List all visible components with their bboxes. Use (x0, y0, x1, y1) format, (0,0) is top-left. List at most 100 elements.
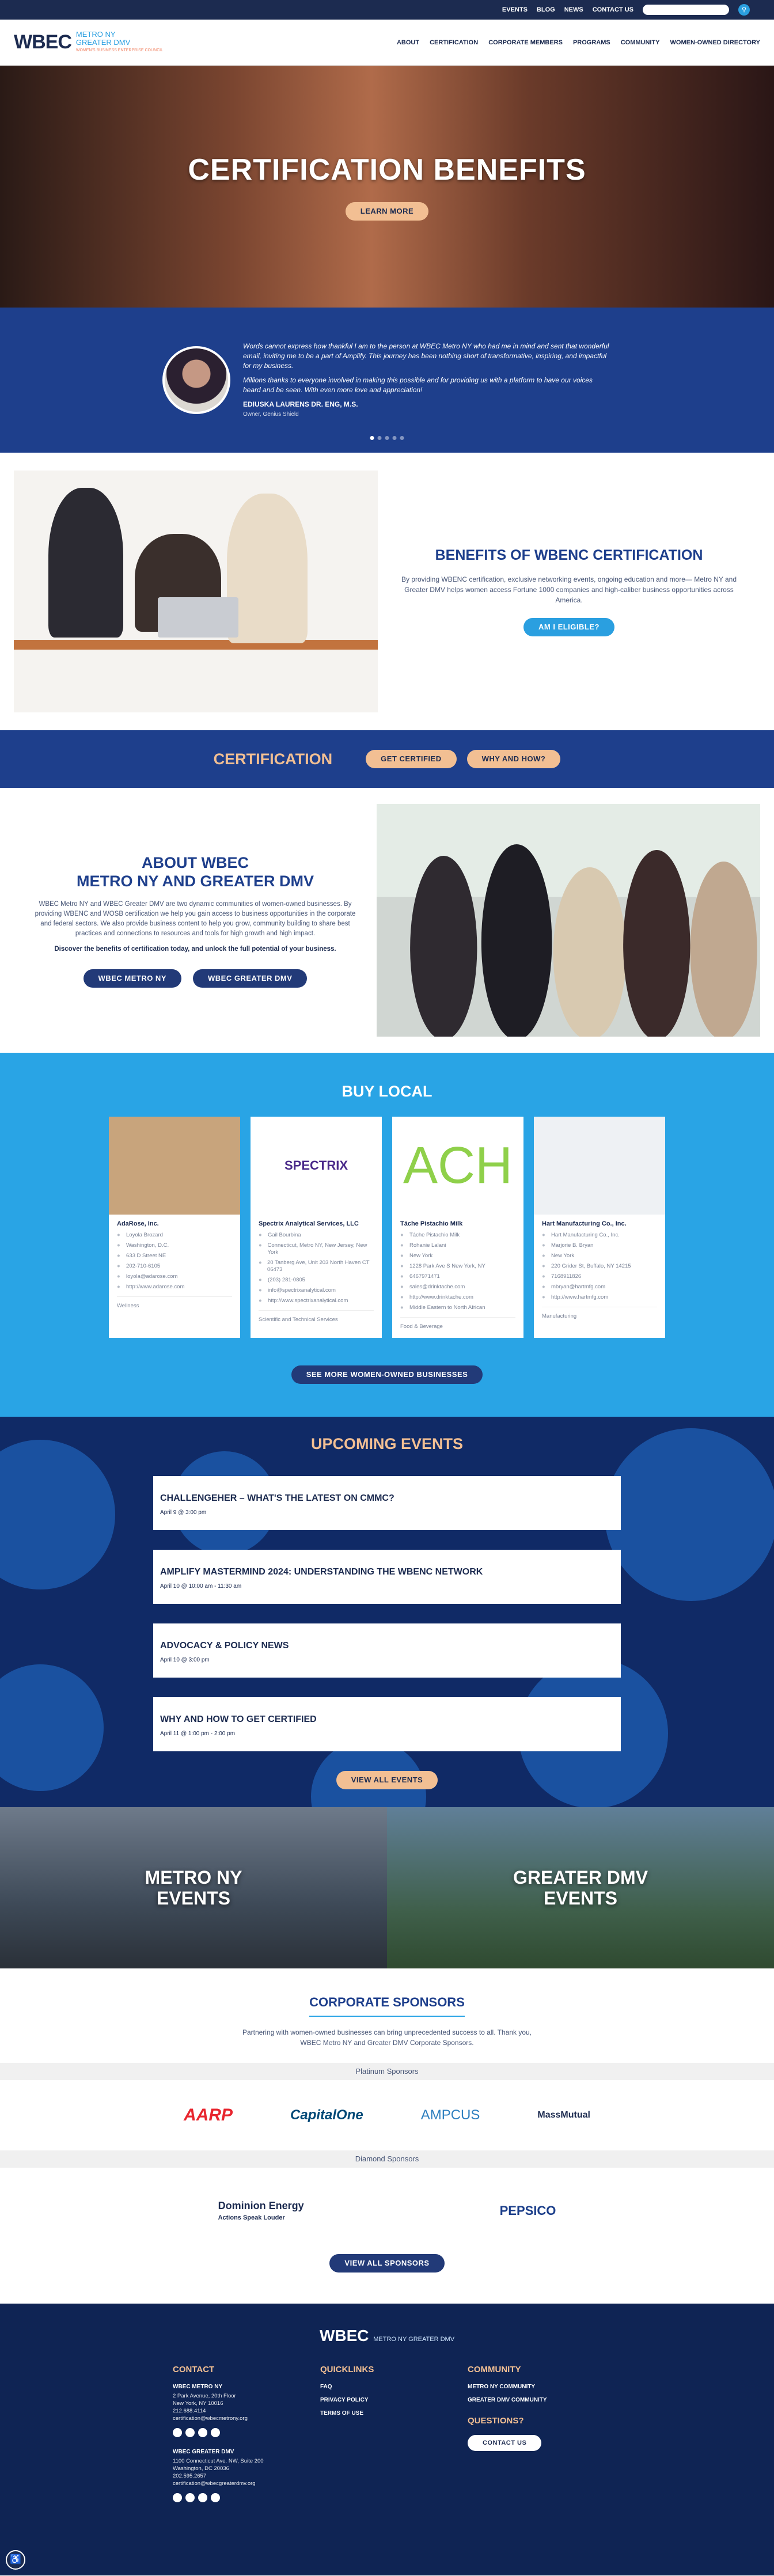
business-category: Scientific and Technical Services (259, 1310, 374, 1323)
testimonial-quote-1: Words cannot express how thankful I am t… (243, 342, 609, 370)
event-title[interactable]: WHY AND HOW TO GET CERTIFIED (160, 1714, 614, 1725)
footer-link-faq[interactable]: FAQ (320, 2384, 468, 2390)
sponsors-section: CORPORATE SPONSORS Partnering with women… (0, 1968, 774, 2304)
business-email[interactable]: info@spectrixanalytical.com (268, 1287, 336, 1294)
main-nav: WBEC METRO NY GREATER DMV WOMEN'S BUSINE… (0, 20, 774, 66)
dominion-tagline: Actions Speak Louder (218, 2214, 285, 2221)
business-website[interactable]: http://www.spectrixanalytical.com (268, 1298, 348, 1304)
business-region: New York (551, 1253, 575, 1259)
business-phone: 6467971471 (409, 1273, 440, 1280)
about-title-line-1: ABOUT WBEC (142, 853, 249, 871)
hero-banner: CERTIFICATION BENEFITS LEARN MORE (0, 66, 774, 308)
footer-logo[interactable]: WBEC METRO NY GREATER DMV (0, 2327, 774, 2345)
event-title[interactable]: CHALLENGEHER – WHAT'S THE LATEST ON CMMC… (160, 1493, 614, 1504)
nav-item-about[interactable]: ABOUT (397, 39, 419, 46)
city-events: METRO NY EVENTS GREATER DMV EVENTS (0, 1807, 774, 1968)
capital-one-logo[interactable]: CapitalOne (290, 2107, 363, 2123)
event-title[interactable]: ADVOCACY & POLICY NEWS (160, 1641, 614, 1651)
slider-dot[interactable] (400, 436, 404, 440)
see-more-businesses-button[interactable]: SEE MORE WOMEN-OWNED BUSINESSES (291, 1365, 483, 1384)
business-name: Táche Pistachio Milk (400, 1220, 463, 1227)
footer-dmv-phone[interactable]: 202.595.2657 (173, 2472, 320, 2480)
facebook-icon[interactable] (185, 2428, 195, 2437)
footer-link-metro-ny-community[interactable]: METRO NY COMMUNITY (468, 2384, 615, 2390)
slider-dot[interactable] (385, 436, 389, 440)
business-email[interactable]: mbryan@hartmfg.com (551, 1284, 605, 1291)
metro-ny-label: METRO NY (145, 1867, 242, 1888)
business-card[interactable]: ACH Táche Pistachio Milk ● Táche Pistachi… (392, 1117, 523, 1338)
greater-dmv-events-tile[interactable]: GREATER DMV EVENTS (387, 1807, 774, 1968)
footer-link-privacy[interactable]: PRIVACY POLICY (320, 2397, 468, 2403)
get-certified-button[interactable]: GET CERTIFIED (366, 750, 457, 768)
business-card[interactable]: AdaRose, Inc. ● Loyola Brozard ● Washingto… (109, 1117, 240, 1338)
topbar-link-contact[interactable]: CONTACT US (593, 6, 633, 13)
nav-item-programs[interactable]: PROGRAMS (573, 39, 610, 46)
why-and-how-button[interactable]: WHY AND HOW? (466, 750, 561, 768)
linkedin-icon[interactable] (173, 2428, 182, 2437)
nav-item-directory[interactable]: WOMEN-OWNED DIRECTORY (670, 39, 760, 46)
footer-ny-phone[interactable]: 212.688.4114 (173, 2407, 320, 2415)
massmutual-logo[interactable]: MassMutual (537, 2110, 590, 2120)
topbar-link-blog[interactable]: BLOG (537, 6, 555, 13)
view-all-events-button[interactable]: VIEW ALL EVENTS (336, 1771, 438, 1789)
business-image (534, 1117, 665, 1215)
business-email[interactable]: loyola@adarose.com (126, 1273, 177, 1280)
site-logo[interactable]: WBEC METRO NY GREATER DMV WOMEN'S BUSINE… (14, 30, 163, 55)
aarp-logo[interactable]: AARP (184, 2105, 233, 2125)
wbec-greater-dmv-button[interactable]: WBEC GREATER DMV (193, 969, 308, 988)
logo-sub-2: GREATER DMV (75, 37, 131, 47)
platinum-logos: AARP CapitalOne AMPCUS MassMutual (0, 2080, 774, 2150)
nav-item-certification[interactable]: CERTIFICATION (430, 39, 478, 46)
footer-dmv-email[interactable]: certification@wbecgreaterdmv.org (173, 2480, 320, 2487)
facebook-icon[interactable] (185, 2493, 195, 2502)
topbar-link-news[interactable]: NEWS (564, 6, 583, 13)
ampcus-logo[interactable]: AMPCUS (421, 2107, 480, 2123)
business-website[interactable]: http://www.adarose.com (126, 1284, 184, 1291)
event-date: April 10 @ 3:00 pm (160, 1657, 210, 1663)
event-card[interactable]: AMPLIFY MASTERMIND 2024: UNDERSTANDING T… (153, 1550, 621, 1604)
business-name: AdaRose, Inc. (117, 1220, 159, 1227)
footer-link-terms[interactable]: TERMS OF USE (320, 2410, 468, 2416)
twitter-icon[interactable] (198, 2493, 207, 2502)
business-email[interactable]: sales@drinktache.com (409, 1284, 465, 1291)
nav-item-community[interactable]: COMMUNITY (621, 39, 660, 46)
event-card[interactable]: ADVOCACY & POLICY NEWS April 10 @ 3:00 p… (153, 1623, 621, 1678)
footer-link-dmv-community[interactable]: GREATER DMV COMMUNITY (468, 2397, 615, 2403)
event-title[interactable]: AMPLIFY MASTERMIND 2024: UNDERSTANDING T… (160, 1567, 614, 1577)
accessibility-icon[interactable]: ♿ (6, 2550, 25, 2570)
slider-dot[interactable] (377, 436, 382, 440)
business-card[interactable]: SPECTRIX Spectrix Analytical Services, L… (251, 1117, 382, 1338)
pepsico-logo[interactable]: PEPSICO (500, 2203, 556, 2218)
dominion-wordmark: Dominion Energy (218, 2199, 304, 2211)
topbar-link-events[interactable]: EVENTS (502, 6, 528, 13)
business-website[interactable]: http://www.hartmfg.com (551, 1294, 608, 1301)
instagram-icon[interactable] (211, 2428, 220, 2437)
linkedin-icon[interactable] (173, 2493, 182, 2502)
business-card[interactable]: Hart Manufacturing Co., Inc. ● Hart Manuf… (534, 1117, 665, 1338)
event-date: April 9 @ 3:00 pm (160, 1509, 207, 1516)
slider-dot[interactable] (370, 436, 374, 440)
slider-dot[interactable] (392, 436, 397, 440)
business-name: Spectrix Analytical Services, LLC (259, 1220, 359, 1227)
twitter-icon[interactable] (198, 2428, 207, 2437)
event-card[interactable]: CHALLENGEHER – WHAT'S THE LATEST ON CMMC… (153, 1476, 621, 1530)
event-card[interactable]: WHY AND HOW TO GET CERTIFIED April 11 @ … (153, 1697, 621, 1751)
footer-ny-email[interactable]: certification@wbecmetrony.org (173, 2415, 320, 2422)
metro-ny-events-tile[interactable]: METRO NY EVENTS (0, 1807, 387, 1968)
business-contact: Gail Bourbina (268, 1232, 301, 1238)
about-title-line-2: METRO NY AND GREATER DMV (76, 872, 314, 890)
dominion-logo[interactable]: Dominion Energy Actions Speak Louder (218, 2200, 304, 2222)
view-all-sponsors-button[interactable]: VIEW ALL SPONSORS (329, 2254, 445, 2273)
footer-contact-button[interactable]: CONTACT US (468, 2435, 542, 2451)
eligible-button[interactable]: AM I ELIGIBLE? (523, 617, 614, 636)
business-website[interactable]: http://www.drinktache.com (409, 1294, 473, 1301)
business-tag: Middle Eastern to North African (409, 1304, 485, 1311)
search-icon[interactable]: ⚲ (738, 4, 750, 16)
instagram-icon[interactable] (211, 2493, 220, 2502)
nav-item-corporate-members[interactable]: CORPORATE MEMBERS (488, 39, 563, 46)
learn-more-button[interactable]: LEARN MORE (345, 202, 429, 221)
search-input[interactable] (643, 5, 729, 15)
business-name: Hart Manufacturing Co., Inc. (542, 1220, 627, 1227)
business-region: Washington, D.C. (126, 1242, 169, 1249)
wbec-metro-ny-button[interactable]: WBEC METRO NY (83, 969, 181, 988)
